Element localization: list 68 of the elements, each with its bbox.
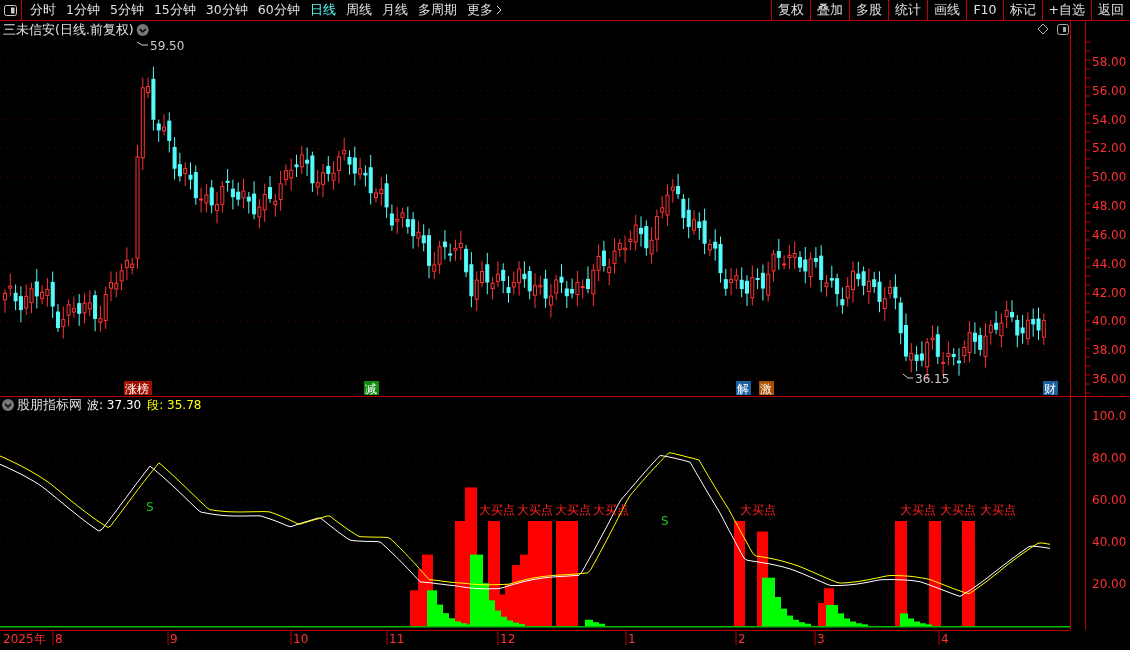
price-label: 50.00 (1092, 170, 1127, 185)
value-label: 20.00 (1092, 577, 1127, 591)
signal-label: 大买点 (740, 503, 776, 517)
signal-label: 大买点 (940, 503, 976, 517)
date-label: 9 (170, 632, 178, 646)
signal-label: 大买点 (593, 503, 629, 517)
more-button[interactable]: 更多 (461, 0, 507, 20)
price-label: 54.00 (1092, 112, 1127, 127)
date-label: 1 (628, 632, 636, 646)
signal-label: S (146, 500, 154, 514)
period-tab[interactable]: 60分钟 (252, 0, 305, 20)
value-label: 40.00 (1092, 535, 1127, 549)
event-marker: 财 (1043, 381, 1058, 396)
signal-label: 大买点 (517, 503, 553, 517)
period-tab[interactable]: 分时 (25, 0, 61, 20)
price-label: 46.00 (1092, 227, 1127, 242)
toolbar-button[interactable]: 画线 (927, 0, 967, 20)
price-label: 48.00 (1092, 199, 1127, 214)
price-label: 38.00 (1092, 343, 1127, 358)
indicator-reading: 段: 35.78 (147, 398, 202, 412)
value-label: 100.0 (1092, 409, 1127, 423)
period-tab[interactable]: 1分钟 (61, 0, 105, 20)
period-tab[interactable]: 周线 (340, 0, 377, 20)
event-marker: 减 (364, 381, 379, 396)
event-marker: 解 (736, 381, 751, 396)
price-label: 40.00 (1092, 314, 1127, 329)
signal-label: 大买点 (900, 503, 936, 517)
date-label: 10 (293, 632, 309, 646)
toolbar-button[interactable]: 复权 (771, 0, 811, 20)
event-marker: 激 (759, 381, 774, 396)
value-label: 80.00 (1092, 451, 1127, 465)
date-label: 8 (55, 632, 63, 646)
event-marker: 涨榜 (124, 381, 152, 396)
date-label: 11 (389, 632, 405, 646)
toolbar-button[interactable]: 返回 (1091, 0, 1130, 20)
low-price-label: 36.15 (915, 372, 950, 386)
period-tab[interactable]: 日线 (304, 0, 341, 20)
date-label: 2 (738, 632, 746, 646)
high-price-label: 59.50 (150, 39, 185, 53)
indicator-name: 股朋指标网 (17, 397, 82, 412)
toolbar-button[interactable]: 叠加 (810, 0, 850, 20)
date-label: 2025年 (3, 632, 46, 646)
period-tab[interactable]: 多周期 (412, 0, 462, 20)
price-label: 44.00 (1092, 256, 1127, 271)
date-label: 12 (500, 632, 516, 646)
period-tab[interactable]: 15分钟 (148, 0, 201, 20)
value-label: 60.00 (1092, 493, 1127, 507)
period-tab[interactable]: 月线 (376, 0, 413, 20)
period-tab[interactable]: 30分钟 (200, 0, 253, 20)
toolbar-button[interactable]: 标记 (1002, 0, 1042, 20)
signal-label: 大买点 (479, 503, 515, 517)
toolbar-button[interactable]: +自选 (1041, 0, 1091, 20)
price-label: 42.00 (1092, 285, 1127, 300)
price-label: 56.00 (1092, 83, 1127, 98)
indicator-reading: 波: 37.30 (87, 398, 142, 412)
date-label: 3 (817, 632, 825, 646)
signal-label: 大买点 (980, 503, 1016, 517)
toolbar-button[interactable]: 多股 (849, 0, 889, 20)
period-tab[interactable]: 5分钟 (104, 0, 149, 20)
price-label: 58.00 (1092, 55, 1127, 69)
signal-label: S (661, 514, 669, 528)
toolbar-button[interactable]: F10 (966, 0, 1003, 20)
price-label: 36.00 (1092, 372, 1127, 386)
signal-label: 大买点 (555, 503, 591, 517)
date-label: 4 (941, 632, 949, 646)
price-label: 52.00 (1092, 141, 1127, 156)
chart-title: 三未信安(日线.前复权) (3, 22, 134, 37)
toolbar-button[interactable]: 统计 (888, 0, 928, 20)
